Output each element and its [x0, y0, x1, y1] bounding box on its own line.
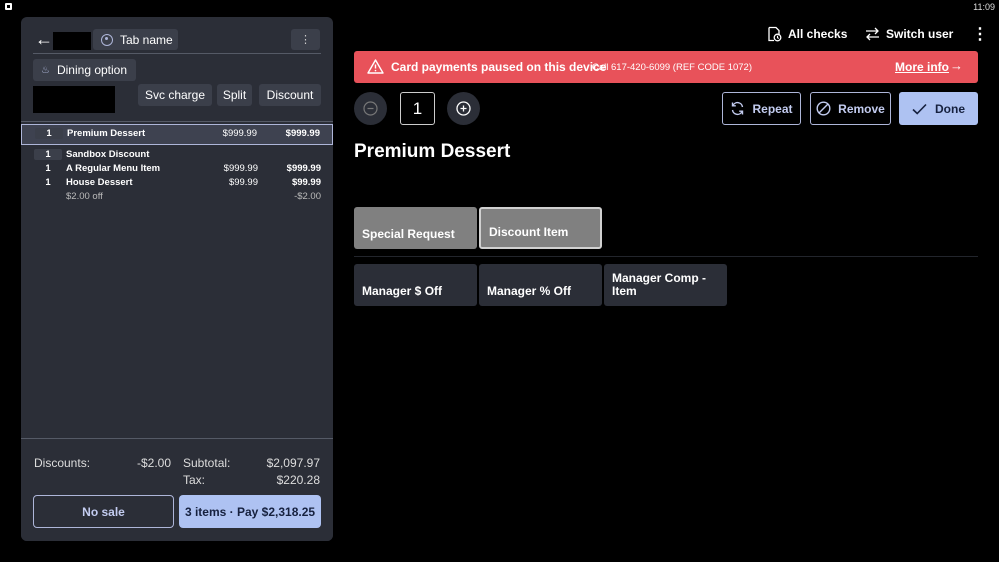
no-sale-button[interactable]: No sale — [33, 495, 174, 528]
done-button[interactable]: Done — [899, 92, 978, 125]
dining-option-button[interactable]: ♨ Dining option — [33, 59, 136, 81]
item-title: Premium Dessert — [354, 141, 511, 162]
warning-icon — [367, 59, 384, 74]
discount-button[interactable]: Discount — [259, 84, 321, 106]
back-arrow-icon[interactable]: ← — [35, 30, 53, 48]
tax-label: Tax: — [183, 473, 206, 487]
redacted-tab-number — [53, 32, 91, 50]
item-total: $999.99 — [286, 163, 321, 174]
all-checks-label: All checks — [788, 27, 848, 41]
order-item-row[interactable]: 1 House Dessert $99.99 $99.99 — [21, 177, 333, 191]
manager-percent-off-button[interactable]: Manager % Off — [479, 264, 602, 306]
discounts-label: Discounts: — [34, 456, 91, 470]
more-info-link[interactable]: More info — [895, 60, 949, 74]
remove-button[interactable]: Remove — [810, 92, 891, 125]
minus-circle-icon — [363, 101, 378, 116]
check-menu-button[interactable]: ⋮ — [291, 29, 320, 50]
plus-circle-icon — [456, 101, 471, 116]
item-total: $99.99 — [291, 177, 321, 188]
item-name: A Regular Menu Item — [66, 163, 161, 174]
switch-user-button[interactable]: Switch user — [865, 25, 953, 43]
order-item-list: 1 Premium Dessert $999.99 $999.99 1 Sand… — [21, 124, 333, 205]
quantity-field[interactable]: 1 — [400, 92, 435, 125]
payment-alert-banner: Card payments paused on this device Call… — [354, 51, 978, 83]
all-checks-button[interactable]: All checks — [766, 25, 847, 43]
item-unit-price: $999.99 — [222, 128, 257, 139]
svc-charge-button[interactable]: Svc charge — [138, 84, 212, 106]
done-label: Done — [935, 101, 965, 116]
item-unit-price: $999.99 — [223, 163, 258, 174]
discount-item-button[interactable]: Discount Item — [479, 207, 602, 249]
item-total: $999.99 — [285, 128, 320, 139]
modifier-name: $2.00 off — [66, 191, 103, 202]
tax-value: $220.28 — [276, 473, 320, 487]
item-name: House Dessert — [66, 177, 133, 188]
item-unit-price: $99.99 — [228, 177, 258, 188]
item-modifier-row: $2.00 off -$2.00 — [21, 191, 333, 205]
subtotal-value: $2,097.97 — [266, 456, 320, 470]
check-totals: Discounts: -$2.00 Subtotal: $2,097.97 Ta… — [21, 439, 333, 541]
more-vert-icon: ⋮ — [300, 34, 311, 46]
redacted-info — [33, 86, 115, 113]
manager-comp-item-button[interactable]: Manager Comp - Item — [604, 264, 727, 306]
swap-icon — [866, 27, 879, 41]
repeat-button[interactable]: Repeat — [722, 92, 801, 125]
alert-title: Card payments paused on this device — [391, 60, 607, 74]
item-qty: 1 — [34, 149, 62, 160]
checks-icon — [768, 26, 782, 42]
arrow-right-icon[interactable]: → — [950, 58, 963, 73]
subtotal-label: Subtotal: — [183, 456, 231, 470]
order-item-row[interactable]: 1 Premium Dessert $999.99 $999.99 — [21, 124, 333, 145]
check-panel: ← Tab name ⋮ ♨ Dining option Svc charge … — [21, 17, 333, 541]
tab-name-label: Tab name — [120, 32, 173, 47]
item-qty: 1 — [45, 163, 51, 174]
item-qty: 1 — [35, 128, 63, 139]
manager-dollar-off-button[interactable]: Manager $ Off — [354, 264, 477, 306]
more-vert-icon[interactable]: ⋮ — [972, 24, 988, 44]
pay-button[interactable]: 3 items · Pay $2,318.25 — [179, 495, 321, 528]
increase-qty-button[interactable] — [447, 92, 480, 125]
dining-option-label: Dining option — [56, 63, 128, 77]
order-item-row[interactable]: 1 A Regular Menu Item $999.99 $999.99 — [21, 163, 333, 177]
divider — [21, 121, 333, 122]
dining-icon: ♨ — [41, 64, 50, 76]
item-name: Premium Dessert — [67, 128, 146, 139]
repeat-icon — [732, 101, 744, 116]
block-icon — [816, 101, 831, 116]
user-circle-icon — [101, 33, 113, 46]
divider — [33, 53, 321, 54]
decrease-qty-button[interactable] — [354, 92, 387, 125]
divider — [354, 256, 978, 257]
switch-user-label: Switch user — [886, 27, 954, 41]
discounts-value: -$2.00 — [136, 456, 171, 470]
repeat-label: Repeat — [752, 101, 793, 116]
status-time: 11:09 — [973, 2, 995, 12]
item-qty: 1 — [45, 177, 51, 188]
order-item-row[interactable]: 1 Sandbox Discount — [21, 149, 333, 163]
tab-name-button[interactable]: Tab name — [93, 29, 178, 50]
status-bar: 11:09 — [0, 0, 999, 14]
notification-icon — [5, 3, 12, 10]
check-icon — [912, 103, 927, 115]
modifier-total: -$2.00 — [294, 191, 321, 202]
remove-label: Remove — [838, 101, 885, 116]
item-name: Sandbox Discount — [66, 149, 150, 160]
alert-subtitle: Call 617-420-6099 (REF CODE 1072) — [592, 62, 752, 73]
special-request-button[interactable]: Special Request — [354, 207, 477, 249]
split-button[interactable]: Split — [217, 84, 252, 106]
